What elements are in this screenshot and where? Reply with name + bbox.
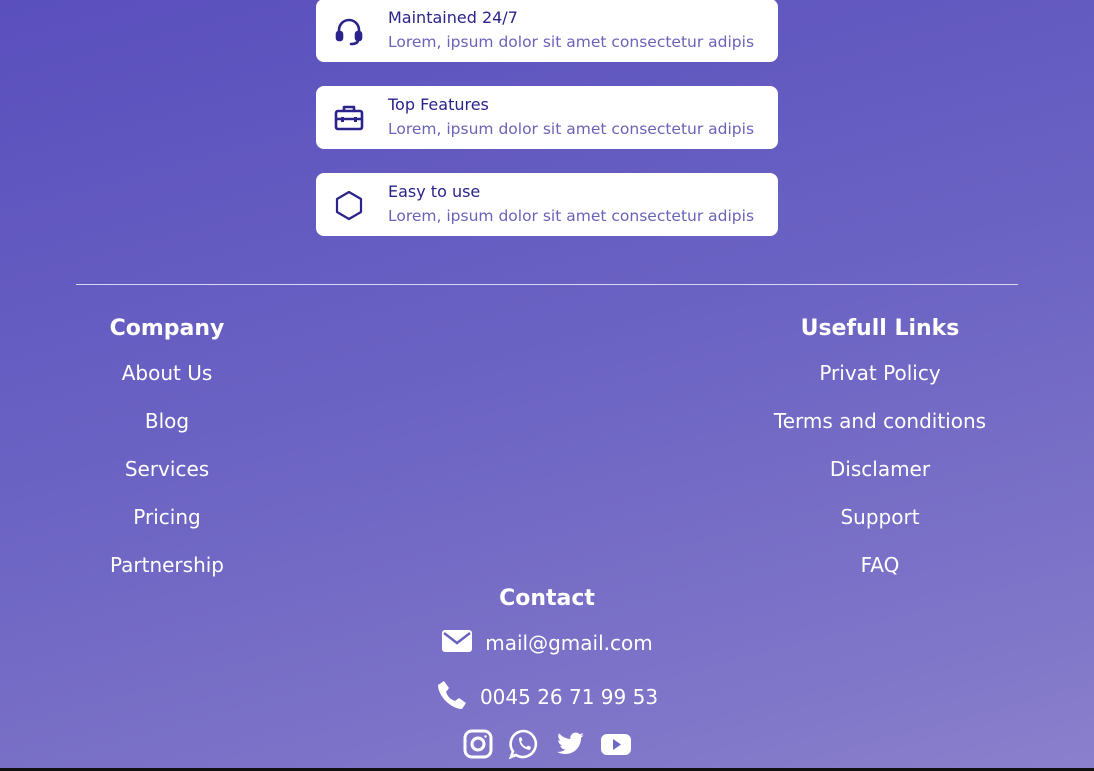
contact-email-row[interactable]: mail@gmail.com	[347, 616, 747, 670]
feature-card: Top Features Lorem, ipsum dolor sit amet…	[316, 86, 778, 149]
instagram-icon[interactable]	[462, 728, 494, 760]
feature-description: Lorem, ipsum dolor sit amet consectetur …	[388, 119, 755, 138]
useful-links-column: Usefull Links Privat Policy Terms and co…	[760, 312, 1000, 598]
footer-link-about-us[interactable]: About Us	[87, 358, 247, 406]
contact-phone-row[interactable]: 0045 26 71 99 53	[347, 670, 747, 724]
footer-link-blog[interactable]: Blog	[87, 406, 247, 454]
phone-icon	[436, 679, 468, 716]
footer-link-privacy-policy[interactable]: Privat Policy	[760, 358, 1000, 406]
envelope-icon	[441, 625, 473, 662]
feature-description: Lorem, ipsum dolor sit amet consectetur …	[388, 206, 755, 225]
contact-section: Contact mail@gmail.com 0045 26 71 99 53	[347, 582, 747, 760]
feature-card: Maintained 24/7 Lorem, ipsum dolor sit a…	[316, 0, 778, 62]
feature-title: Top Features	[388, 94, 489, 114]
contact-phone[interactable]: 0045 26 71 99 53	[480, 685, 658, 709]
headset-icon	[316, 15, 382, 47]
twitter-icon[interactable]	[554, 728, 586, 760]
feature-card: Easy to use Lorem, ipsum dolor sit amet …	[316, 173, 778, 236]
feature-description: Lorem, ipsum dolor sit amet consectetur …	[388, 32, 755, 51]
company-heading: Company	[109, 316, 225, 341]
feature-title: Maintained 24/7	[388, 7, 518, 27]
youtube-icon[interactable]	[600, 728, 632, 760]
social-links	[347, 728, 747, 760]
feature-title: Easy to use	[388, 181, 481, 201]
company-column: Company About Us Blog Services Pricing P…	[87, 312, 247, 598]
contact-email[interactable]: mail@gmail.com	[485, 631, 652, 655]
footer-link-disclaimer[interactable]: Disclamer	[760, 454, 1000, 502]
footer-divider	[76, 284, 1018, 285]
footer-link-support[interactable]: Support	[760, 502, 1000, 550]
toolbox-icon	[316, 102, 382, 134]
footer-link-pricing[interactable]: Pricing	[87, 502, 247, 550]
whatsapp-icon[interactable]	[508, 728, 540, 760]
useful-links-heading: Usefull Links	[800, 316, 960, 341]
contact-heading: Contact	[499, 586, 595, 611]
hexagon-icon	[316, 189, 382, 221]
footer-link-partnership[interactable]: Partnership	[87, 550, 247, 598]
footer-link-faq[interactable]: FAQ	[760, 550, 1000, 598]
footer-link-terms[interactable]: Terms and conditions	[760, 406, 1000, 454]
footer-link-services[interactable]: Services	[87, 454, 247, 502]
